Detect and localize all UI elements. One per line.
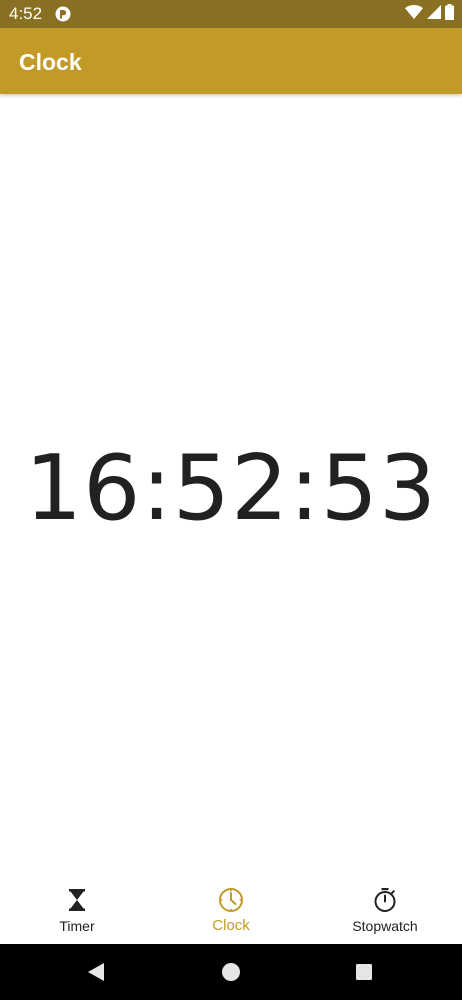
app-bar: Clock: [0, 28, 462, 94]
hourglass-icon: [64, 887, 90, 913]
recents-button[interactable]: [352, 960, 376, 984]
nav-item-label: Clock: [212, 917, 250, 934]
nav-item-label: Timer: [59, 918, 95, 934]
clock-icon: [218, 887, 244, 913]
main-content: 16:52:53: [0, 94, 462, 878]
signal-icon: [427, 4, 441, 24]
bottom-navigation: Timer Clock Stopwatch: [0, 878, 462, 944]
status-icons: [405, 3, 454, 25]
back-triangle-icon: [88, 963, 104, 981]
nav-item-clock[interactable]: Clock: [154, 878, 308, 944]
nav-item-timer[interactable]: Timer: [0, 878, 154, 944]
home-button[interactable]: [219, 960, 243, 984]
battery-icon: [445, 3, 454, 25]
nav-item-label: Stopwatch: [352, 918, 418, 934]
app-notification-icon: [55, 6, 71, 22]
status-bar: 4:52: [0, 0, 462, 28]
back-button[interactable]: [84, 960, 108, 984]
wifi-icon: [405, 4, 423, 24]
status-time: 4:52: [9, 4, 43, 23]
stopwatch-icon: [372, 887, 398, 913]
clock-time-display: 16:52:53: [24, 436, 438, 541]
system-navigation-bar: [0, 944, 462, 1000]
home-circle-icon: [222, 963, 240, 981]
nav-item-stopwatch[interactable]: Stopwatch: [308, 878, 462, 944]
page-title: Clock: [19, 49, 82, 75]
recents-square-icon: [356, 964, 372, 980]
